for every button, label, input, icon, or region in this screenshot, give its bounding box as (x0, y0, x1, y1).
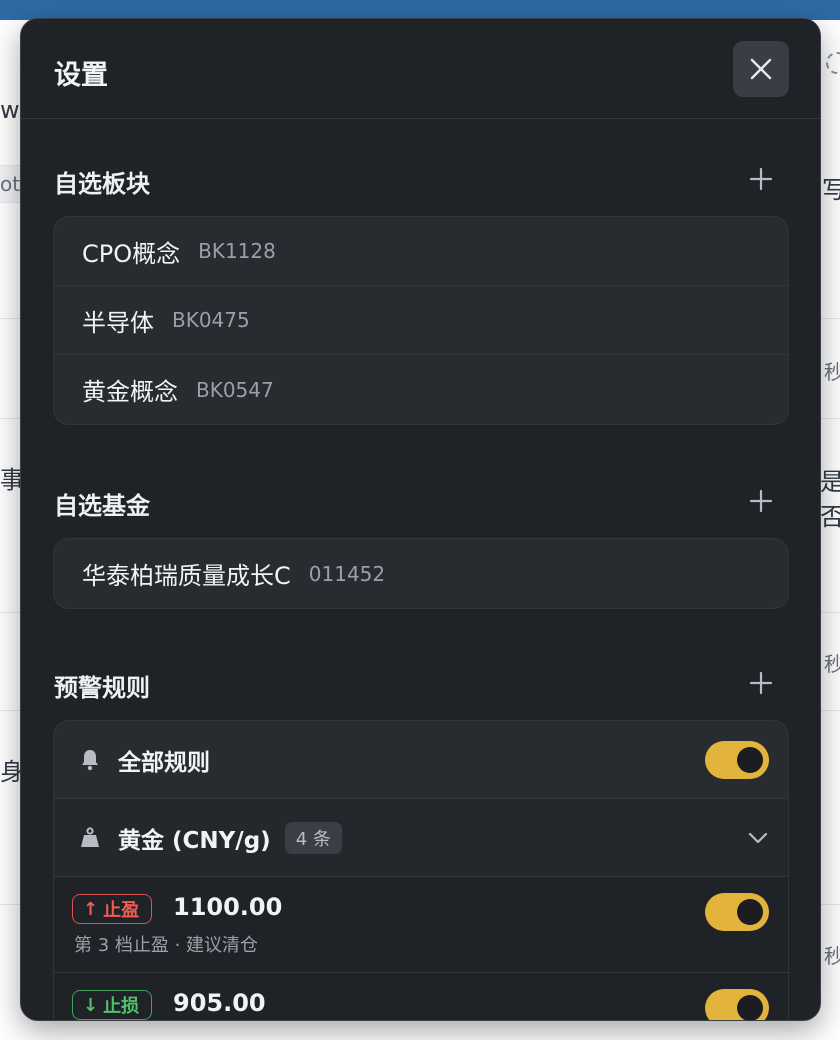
divider (820, 418, 840, 419)
divider (820, 318, 840, 319)
background-text: 写 (822, 176, 840, 204)
modal-title: 设置 (54, 60, 108, 91)
toggle-knob (737, 899, 763, 925)
board-name: 半导体 (82, 308, 154, 337)
section-title-alerts: 预警规则 (54, 674, 150, 702)
list-item[interactable]: CPO概念 BK1128 (54, 217, 788, 286)
board-code: BK1128 (198, 239, 276, 263)
chevron-down-icon[interactable] (746, 826, 770, 850)
fund-name: 华泰柏瑞质量成长C (82, 562, 291, 590)
plus-icon (749, 671, 773, 695)
weight-icon (81, 826, 99, 847)
add-board-button[interactable] (745, 163, 777, 195)
all-rules-label: 全部规则 (118, 749, 210, 776)
rule-type-label: 止盈 (103, 900, 140, 921)
loading-icon (826, 52, 840, 74)
settings-modal: 设置 自选板块 CPO概念 BK1128 半导体 BK0475 黄金概念 BK0… (20, 18, 821, 1021)
arrow-down-icon: ↓ (83, 994, 99, 1016)
board-name: 黄金概念 (82, 378, 178, 406)
divider (820, 710, 840, 711)
plus-icon (749, 167, 773, 191)
divider (820, 904, 840, 905)
section-title-funds: 自选基金 (54, 492, 150, 520)
background-text: 秒 (824, 944, 840, 968)
add-fund-button[interactable] (745, 485, 777, 517)
divider (0, 710, 20, 711)
fund-list: 华泰柏瑞质量成长C 011452 (53, 538, 789, 609)
rule-toggle[interactable] (705, 989, 769, 1020)
divider (0, 904, 20, 905)
background-text: 是否 (820, 468, 840, 531)
toggle-knob (737, 747, 763, 773)
close-button[interactable] (733, 41, 789, 97)
rule-type-label: 止损 (103, 996, 140, 1017)
board-code: BK0475 (172, 308, 250, 332)
plus-icon (749, 489, 773, 513)
list-item[interactable]: 黄金概念 BK0547 (54, 355, 788, 424)
background-text: 秒 (824, 652, 840, 676)
alert-group-row[interactable]: 黄金 (CNY/g) 4 条 (54, 799, 788, 877)
modal-header: 设置 (21, 19, 820, 119)
all-rules-row: 全部规则 (54, 721, 788, 799)
divider (0, 318, 20, 319)
background-text: w (0, 96, 20, 124)
board-name: CPO概念 (82, 239, 181, 268)
rule-count-badge: 4 条 (284, 821, 342, 854)
alert-group-label: 黄金 (CNY/g) (118, 827, 271, 854)
divider (0, 612, 20, 613)
add-alert-button[interactable] (745, 667, 777, 699)
stop-loss-tag: ↓ 止损 (72, 990, 153, 1020)
fund-code: 011452 (308, 561, 386, 586)
alert-rule-row: ↓ 止损 905.00 (54, 973, 788, 1020)
rule-price: 905.00 (173, 989, 266, 1017)
list-item[interactable]: 半导体 BK0475 (54, 286, 788, 355)
all-rules-toggle[interactable] (705, 741, 769, 779)
arrow-up-icon: ↑ (83, 898, 99, 920)
bell-icon (82, 749, 98, 770)
rule-price: 1100.00 (173, 893, 283, 921)
divider (820, 612, 840, 613)
alert-rules-card: 全部规则 黄金 (CNY/g) 4 条 ↑ 止盈 1100.00 第 3 档止盈… (53, 720, 789, 1020)
close-icon (750, 58, 772, 80)
board-code: BK0547 (196, 377, 274, 402)
take-profit-tag: ↑ 止盈 (72, 894, 153, 924)
rule-toggle[interactable] (705, 893, 769, 931)
rule-description: 第 3 档止盈 · 建议清仓 (74, 935, 259, 956)
list-item[interactable]: 华泰柏瑞质量成长C 011452 (54, 539, 788, 608)
divider (0, 418, 20, 419)
background-text: ot (0, 172, 21, 196)
alert-rule-row: ↑ 止盈 1100.00 第 3 档止盈 · 建议清仓 (54, 877, 788, 973)
background-text: 秒 (824, 360, 840, 384)
board-list: CPO概念 BK1128 半导体 BK0475 黄金概念 BK0547 (53, 216, 789, 425)
section-title-boards: 自选板块 (54, 170, 150, 198)
toggle-knob (737, 995, 763, 1020)
menu-bar (0, 0, 840, 20)
